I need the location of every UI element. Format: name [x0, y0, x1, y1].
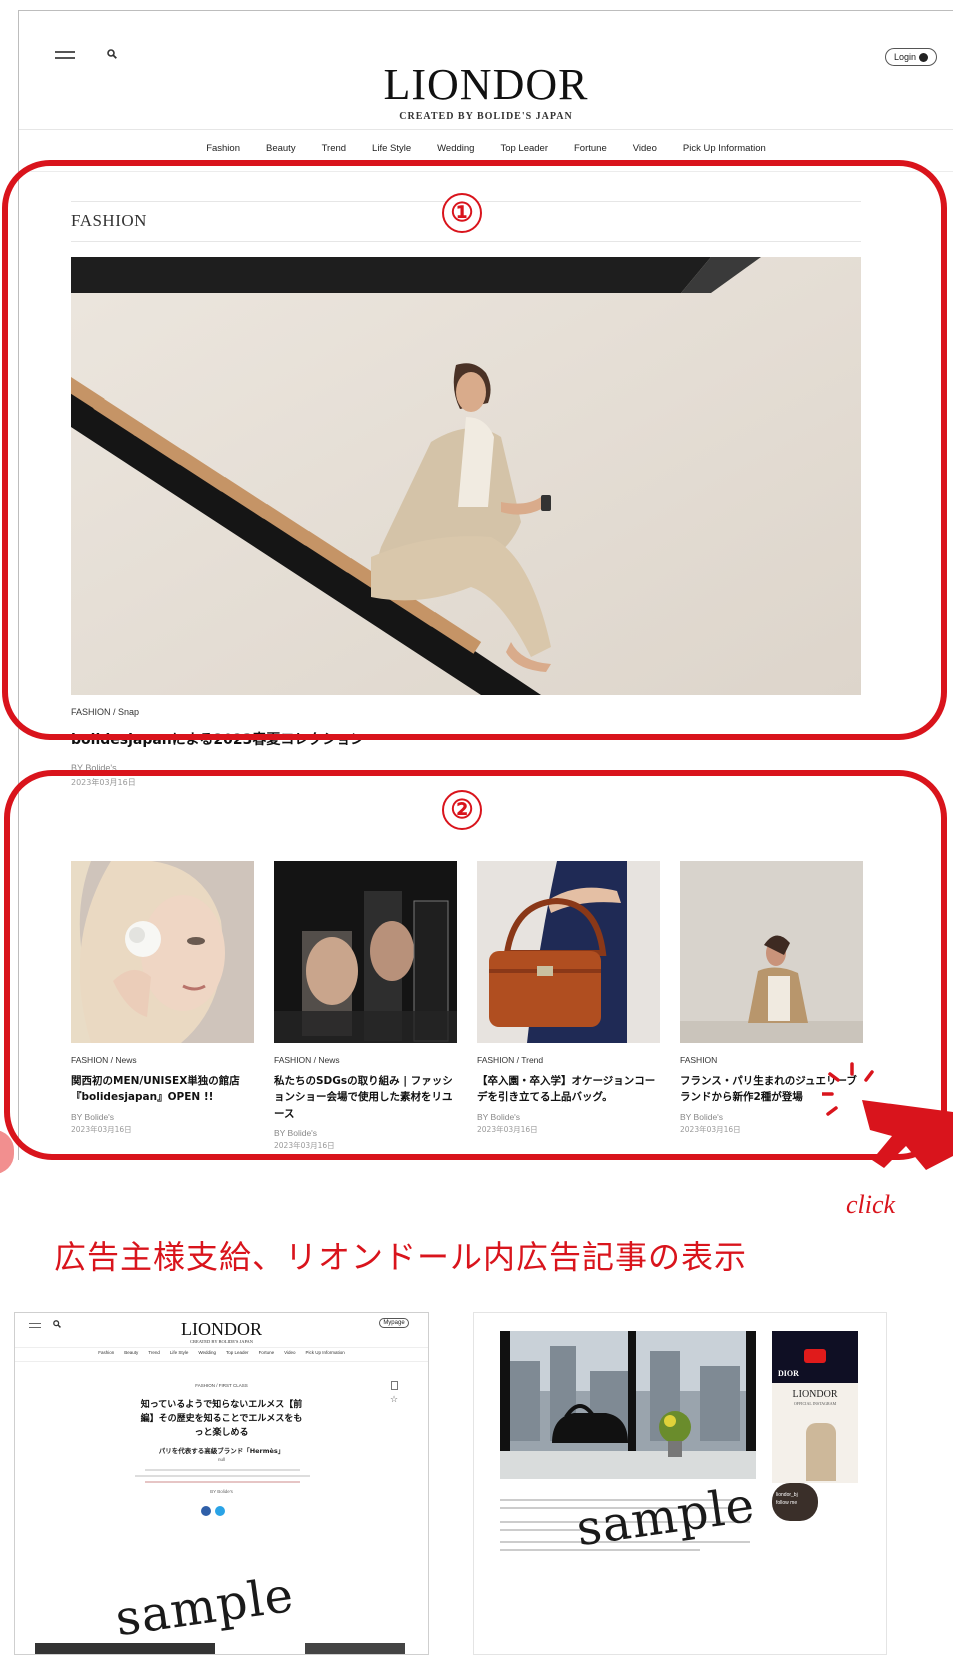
hero-title[interactable]: bolidesjapanによる2023春夏コレクション — [71, 729, 364, 749]
sample-nav-item[interactable]: Pick Up Information — [306, 1350, 345, 1355]
hamburger-menu-icon[interactable] — [55, 51, 75, 59]
sample-nav-item[interactable]: Wedding — [198, 1350, 216, 1355]
user-icon — [919, 52, 929, 62]
article-title[interactable]: 関西初のMEN/UNISEX単独の館店『bolidesjapan』OPEN !! — [71, 1073, 254, 1106]
sample-watermark: sample — [111, 1566, 298, 1648]
nav-item-video[interactable]: Video — [633, 143, 657, 154]
article-author: BY Bolide's — [71, 1111, 115, 1122]
sample-nav: Fashion Beauty Trend Life Style Wedding … — [15, 1350, 428, 1355]
sample-null-text: null — [217, 1457, 225, 1462]
header-divider — [19, 129, 953, 130]
sample-article-page: Mypage LIONDOR CREATED BY BOLIDE'S JAPAN… — [14, 1312, 429, 1655]
section-rule-bottom — [71, 241, 861, 242]
article-card[interactable]: FASHION / News 関西初のMEN/UNISEX単独の館店『bolid… — [71, 861, 254, 1135]
play-icon[interactable] — [804, 1349, 826, 1363]
site-mockup: Login LIONDOR CREATED BY BOLIDE'S JAPAN … — [18, 10, 953, 1160]
article-date: 2023年03月16日 — [477, 1124, 538, 1134]
sample-title-line3: っと楽しめる — [194, 1428, 249, 1438]
article-author: BY Bolide's — [477, 1111, 521, 1122]
article-thumbnail[interactable] — [680, 861, 863, 1043]
nav-item-beauty[interactable]: Beauty — [266, 143, 296, 154]
article-card[interactable]: FASHION / Trend 【卒入園・卒入学】オケージョンコーデを引き立てる… — [477, 861, 660, 1135]
nav-item-fortune[interactable]: Fortune — [574, 143, 607, 154]
promo-figure — [806, 1423, 836, 1481]
sample-text-line — [145, 1481, 300, 1483]
nav-divider — [19, 171, 953, 172]
sample-text-line — [500, 1529, 580, 1531]
sample-author: BY Bolide's — [210, 1489, 233, 1494]
click-cursor-icon — [822, 1062, 953, 1170]
sample-logo-subtitle: CREATED BY BOLIDE'S JAPAN — [189, 1339, 254, 1344]
sample-nav-item[interactable]: Top Leader — [226, 1350, 249, 1355]
nav-item-wedding[interactable]: Wedding — [437, 143, 474, 154]
article-thumbnail[interactable] — [71, 861, 254, 1043]
follow-badge[interactable]: liondor_bj follow me — [772, 1483, 818, 1521]
follow-handle: liondor_bj — [776, 1492, 798, 1498]
marker-1: ① — [442, 193, 482, 233]
nav-item-fashion[interactable]: Fashion — [206, 143, 240, 154]
dior-promo-video[interactable]: DIOR — [772, 1331, 858, 1383]
sample-nav-item[interactable]: Beauty — [124, 1350, 138, 1355]
sample-nav-item[interactable]: Fortune — [259, 1350, 275, 1355]
article-author: BY Bolide's — [274, 1127, 318, 1138]
article-date: 2023年03月16日 — [71, 1124, 132, 1134]
login-label: Login — [893, 52, 917, 62]
nav-item-trend[interactable]: Trend — [322, 143, 346, 154]
article-category[interactable]: FASHION / Trend — [477, 1055, 660, 1065]
follow-label: follow me — [776, 1500, 798, 1506]
promo-subtitle: OFFICIAL INSTAGRAM — [793, 1401, 837, 1406]
main-nav: Fashion Beauty Trend Life Style Wedding … — [19, 143, 953, 154]
sample-watermark: sample — [572, 1476, 759, 1558]
nav-item-pick-up[interactable]: Pick Up Information — [683, 143, 766, 154]
sample-text-line — [135, 1475, 310, 1477]
article-thumbnail[interactable] — [477, 861, 660, 1043]
sample-title-line2: 編】その歴史を知ることでエルメスをも — [140, 1414, 303, 1424]
sample-nav-item[interactable]: Video — [284, 1350, 295, 1355]
hero-image[interactable] — [71, 257, 861, 695]
bookmark-icon[interactable] — [391, 1381, 398, 1390]
search-icon[interactable] — [107, 49, 117, 59]
sample-nav-item[interactable]: Trend — [148, 1350, 160, 1355]
hero-category[interactable]: FASHION / Snap — [71, 707, 139, 717]
section-title: FASHION — [71, 211, 147, 230]
facebook-icon[interactable] — [201, 1506, 211, 1516]
site-logo[interactable]: LIONDOR — [19, 63, 953, 107]
article-card[interactable]: FASHION / News 私たちのSDGsの取り組み | ファッションショー… — [274, 861, 457, 1151]
ad-caption: 広告主様支給、リオンドール内広告記事の表示 — [54, 1238, 748, 1276]
marker-2: ② — [442, 790, 482, 830]
click-label: click — [846, 1190, 896, 1219]
sample-divider — [15, 1347, 428, 1348]
nav-item-top-leader[interactable]: Top Leader — [500, 143, 548, 154]
decorative-blob — [0, 1130, 14, 1174]
article-title[interactable]: 私たちのSDGsの取り組み | ファッションショー会場で使用した素材をリユース — [274, 1073, 457, 1122]
sample-nav-item[interactable]: Life Style — [170, 1350, 189, 1355]
sample-title-line1: 知っているようで知らないエルメス【前 — [140, 1400, 303, 1410]
article-title[interactable]: 【卒入園・卒入学】オケージョンコーデを引き立てる上品バッグ。 — [477, 1073, 660, 1106]
promo-logo: LIONDOR — [792, 1389, 838, 1400]
sample-text-line — [145, 1469, 300, 1471]
hero-date: 2023年03月16日 — [71, 778, 136, 787]
twitter-icon[interactable] — [215, 1506, 225, 1516]
sample-photo — [500, 1331, 756, 1479]
sample-image-strip — [305, 1643, 405, 1654]
article-category[interactable]: FASHION / News — [274, 1055, 457, 1065]
hero-author: BY Bolide's — [71, 763, 117, 773]
nav-item-life-style[interactable]: Life Style — [372, 143, 411, 154]
site-logo-subtitle: CREATED BY BOLIDE'S JAPAN — [399, 111, 573, 122]
star-icon[interactable]: ☆ — [390, 1395, 398, 1405]
promo-brand: DIOR — [778, 1369, 799, 1378]
sample-nav-item[interactable]: Fashion — [98, 1350, 114, 1355]
sample-article-content: DIOR LIONDOR OFFICIAL INSTAGRAM liondor_… — [473, 1312, 887, 1655]
instagram-promo[interactable]: LIONDOR OFFICIAL INSTAGRAM — [772, 1383, 858, 1483]
article-date: 2023年03月16日 — [274, 1140, 335, 1150]
article-category[interactable]: FASHION / News — [71, 1055, 254, 1065]
sample-subtitle: パリを代表する高級ブランド「Hermès」 — [158, 1447, 285, 1455]
sample-category[interactable]: FASHION / FIRST CLASS — [15, 1383, 428, 1388]
sample-logo[interactable]: LIONDOR — [15, 1319, 428, 1340]
article-thumbnail[interactable] — [274, 861, 457, 1043]
sample-divider — [15, 1361, 428, 1362]
